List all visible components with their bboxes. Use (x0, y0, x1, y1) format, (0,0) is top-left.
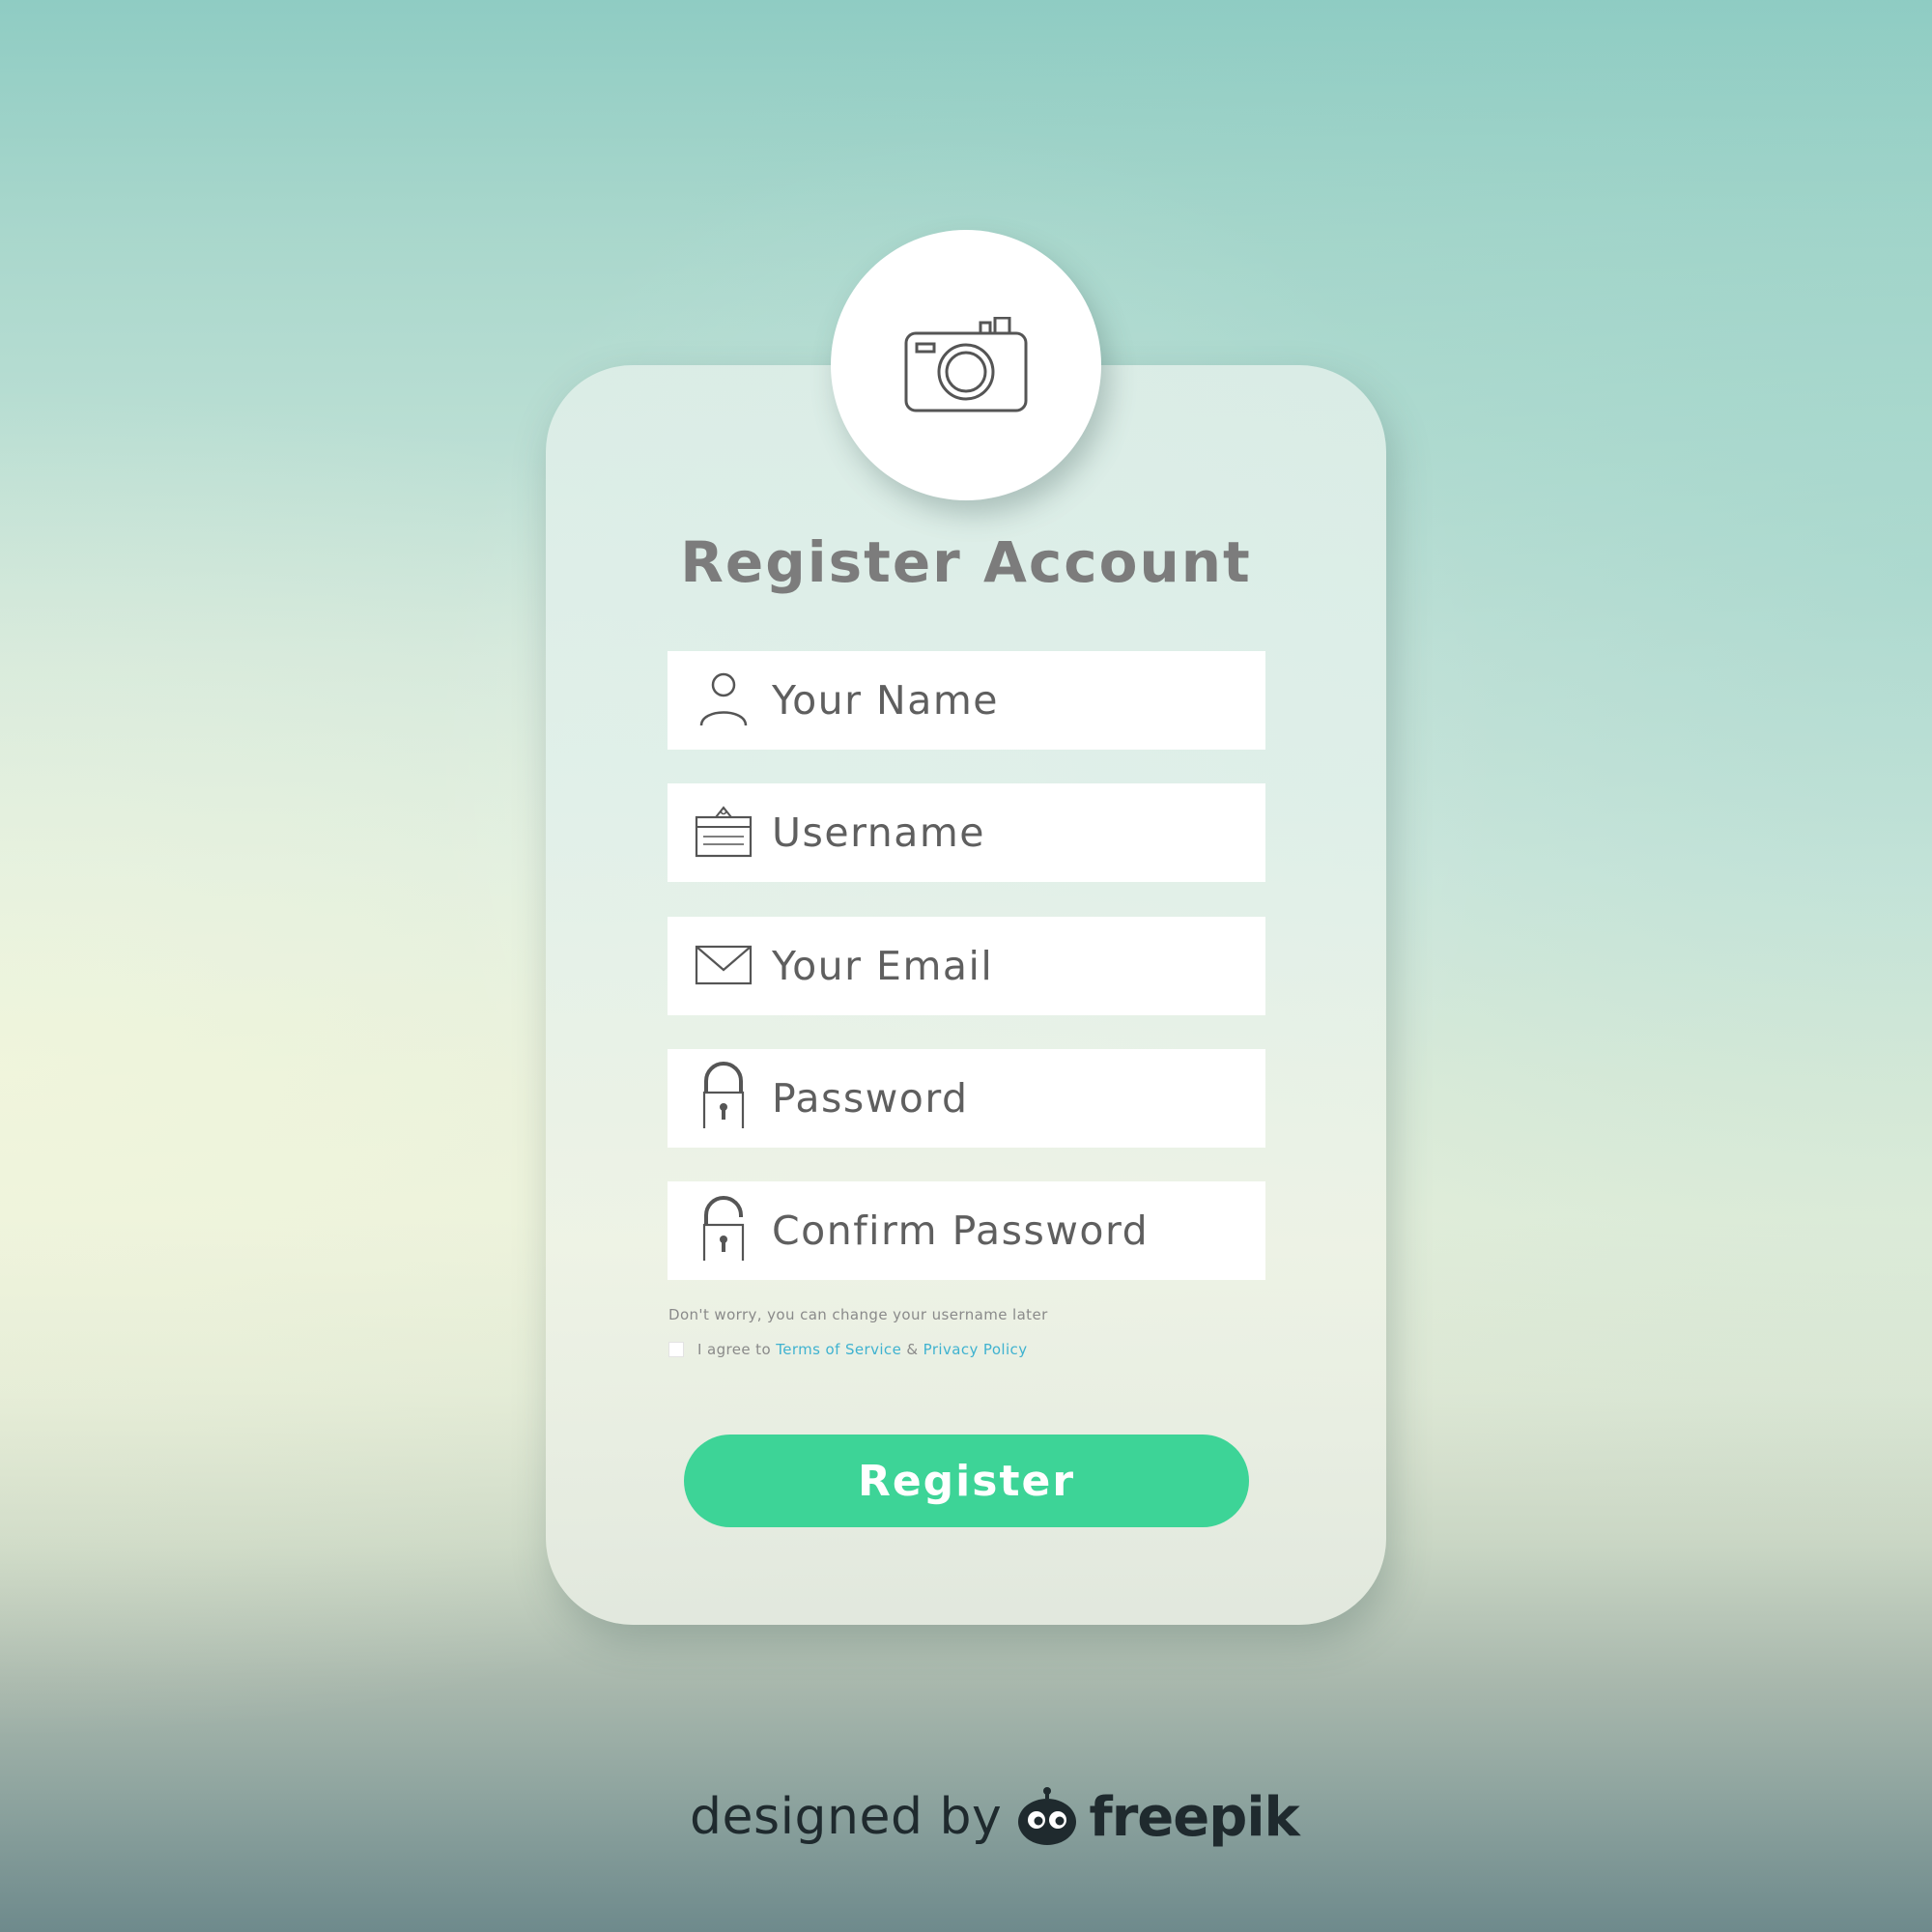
email-placeholder: Your Email (772, 943, 994, 989)
confirm-password-placeholder: Confirm Password (772, 1208, 1150, 1254)
username-hint: Don't worry, you can change your usernam… (668, 1306, 1048, 1323)
terms-of-service-link[interactable]: Terms of Service (776, 1341, 901, 1358)
id-card-icon (695, 806, 753, 858)
credit-brand: freepik (1089, 1785, 1299, 1849)
page-title: Register Account (680, 529, 1252, 595)
agree-checkbox[interactable] (668, 1342, 684, 1357)
camera-icon (904, 317, 1028, 412)
credit-text: designed by (690, 1788, 1003, 1846)
privacy-policy-link[interactable]: Privacy Policy (923, 1341, 1028, 1358)
unlock-icon (702, 1196, 745, 1261)
email-field[interactable]: Your Email (668, 917, 1265, 1015)
name-field[interactable]: Your Name (668, 651, 1265, 750)
password-placeholder: Password (772, 1075, 969, 1122)
register-button[interactable]: Register (684, 1435, 1249, 1527)
avatar-upload[interactable] (831, 230, 1101, 500)
confirm-password-field[interactable]: Confirm Password (668, 1181, 1265, 1280)
username-field[interactable]: Username (668, 783, 1265, 882)
password-field[interactable]: Password (668, 1049, 1265, 1148)
agree-row: I agree to Terms of Service & Privacy Po… (668, 1340, 1027, 1359)
envelope-icon (695, 945, 753, 985)
agree-prefix: I agree to (697, 1341, 777, 1358)
user-icon (699, 672, 748, 726)
username-placeholder: Username (772, 810, 986, 856)
lock-icon (702, 1062, 745, 1128)
designer-credit: designed by freepik (690, 1783, 1300, 1851)
name-placeholder: Your Name (772, 677, 1000, 724)
agree-separator: & (901, 1341, 923, 1358)
freepik-logo-icon (1018, 1787, 1077, 1845)
